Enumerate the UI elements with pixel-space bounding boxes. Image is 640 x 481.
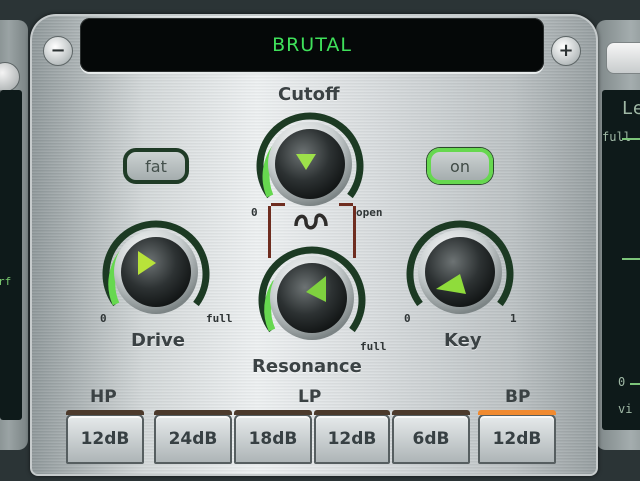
mode-cap (234, 410, 312, 415)
key-label: Key (444, 330, 482, 351)
drive-label: Drive (131, 330, 185, 351)
left-side-panel: rf (0, 20, 28, 450)
drive-knob[interactable] (96, 214, 216, 324)
previous-preset-button[interactable]: − (43, 36, 73, 66)
bp-group-label: BP (505, 387, 531, 407)
mode-label: 24dB (168, 429, 218, 449)
fat-toggle-label: fat (145, 156, 167, 176)
on-toggle-label: on (450, 156, 470, 176)
right-bottom-label: vi (618, 402, 633, 416)
mode-button-lp-24db[interactable]: 24dB (154, 410, 232, 464)
key-knob[interactable] (400, 214, 520, 324)
drive-max-label: full (206, 312, 233, 325)
mode-button-lp-12db[interactable]: 12dB (314, 410, 390, 464)
mode-button-lp-18db[interactable]: 18dB (234, 410, 312, 464)
mode-label: 6dB (412, 429, 450, 449)
hp-group-label: HP (90, 387, 117, 407)
mode-cap (66, 410, 144, 415)
left-tag-label: rf (0, 275, 12, 288)
mode-cap (478, 410, 556, 415)
fat-toggle[interactable]: fat (123, 148, 189, 184)
cutoff-min-label: 0 (251, 206, 258, 219)
mode-cap (392, 410, 470, 415)
mode-cap (314, 410, 390, 415)
on-toggle[interactable]: on (427, 148, 493, 184)
resonance-label: Resonance (252, 356, 362, 377)
cutoff-label: Cutoff (278, 84, 340, 105)
right-mid-tick (622, 258, 640, 260)
mode-button-hp-12db[interactable]: 12dB (66, 410, 144, 464)
mode-label: 12dB (80, 429, 130, 449)
link-icon[interactable] (292, 208, 330, 234)
right-full-label: full (602, 130, 631, 144)
right-top-button[interactable] (606, 42, 640, 74)
right-zero-label: 0 (618, 375, 626, 389)
resonance-knob[interactable] (252, 240, 372, 350)
lp-group-label: LP (298, 387, 322, 407)
key-max-label: 1 (510, 312, 517, 325)
mode-label: 18dB (248, 429, 298, 449)
right-side-panel: Le full 0 vi (596, 20, 640, 450)
cutoff-knob[interactable] (250, 106, 370, 216)
right-full-tick (622, 138, 640, 140)
mode-button-lp-6db[interactable]: 6dB (392, 410, 470, 464)
left-display-strip (0, 90, 22, 420)
mode-button-bp-12db[interactable]: 12dB (478, 410, 556, 464)
mode-cap (154, 410, 232, 415)
resonance-max-label: full (360, 340, 387, 353)
mode-label: 12dB (492, 429, 542, 449)
right-top-label: Le (622, 98, 640, 119)
cutoff-max-label: open (356, 206, 383, 219)
left-round-button[interactable] (0, 62, 20, 92)
right-zero-tick (630, 383, 640, 385)
next-preset-button[interactable]: + (551, 36, 581, 66)
mode-label: 12dB (327, 429, 377, 449)
key-min-label: 0 (404, 312, 411, 325)
preset-name: BRUTAL (272, 34, 352, 56)
preset-display[interactable]: BRUTAL (80, 18, 544, 72)
drive-min-label: 0 (100, 312, 107, 325)
